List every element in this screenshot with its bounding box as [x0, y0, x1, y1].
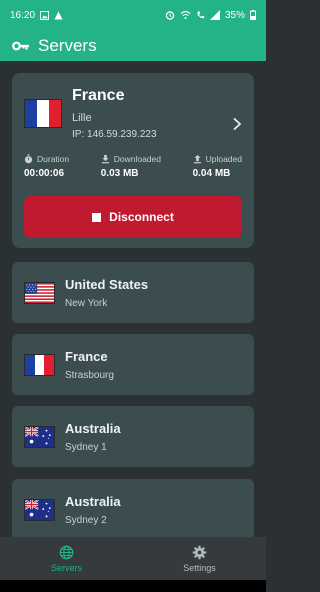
connection-stats: Duration 00:00:06 Downloaded 0.03 MB Upl…	[24, 154, 242, 179]
downloaded-label: Downloaded	[113, 154, 161, 164]
active-server-card[interactable]: France Lille IP: 146.59.239.223 Duration…	[12, 73, 254, 248]
server-city: New York	[65, 297, 108, 309]
disconnect-label: Disconnect	[109, 210, 174, 224]
stop-icon	[92, 212, 102, 222]
france-flag-icon	[24, 99, 62, 128]
server-list[interactable]: France Lille IP: 146.59.239.223 Duration…	[0, 61, 266, 538]
usa-flag-icon	[24, 281, 55, 304]
nav-tab-servers[interactable]: Servers	[0, 537, 133, 580]
server-item-australia-sydney-1[interactable]: Australia Sydney 1	[12, 406, 254, 467]
nav-label-servers: Servers	[50, 562, 82, 573]
nav-tab-settings[interactable]: Settings	[133, 537, 266, 580]
server-city: Strasbourg	[65, 369, 114, 381]
alert-notification-icon	[54, 10, 63, 20]
bottom-nav: Servers Settings	[0, 537, 266, 580]
server-country: United States	[65, 276, 149, 292]
server-item-united-states[interactable]: United States New York	[12, 262, 254, 323]
server-country: Australia	[65, 420, 121, 436]
download-icon	[101, 154, 109, 164]
battery-icon	[250, 10, 256, 20]
gesture-bar	[0, 580, 266, 592]
stopwatch-icon	[24, 154, 33, 164]
uploaded-value: 0.04 MB	[192, 168, 231, 179]
server-country: France	[65, 348, 108, 364]
australia-flag-icon	[24, 498, 55, 521]
uploaded-label: Uploaded	[205, 154, 242, 164]
battery-percent: 35%	[224, 9, 245, 21]
status-bar: 16:20 35%	[0, 0, 266, 30]
app-bar: Servers	[0, 30, 266, 61]
duration-label: Duration	[37, 154, 70, 164]
active-city: Lille	[72, 112, 92, 124]
wifi-icon	[180, 11, 191, 20]
alarm-icon	[165, 11, 175, 20]
globe-icon	[59, 545, 74, 559]
signal-icon	[209, 10, 220, 20]
upload-icon	[193, 154, 201, 164]
status-time: 16:20	[10, 9, 36, 21]
stat-downloaded: Downloaded 0.03 MB	[101, 154, 161, 179]
duration-value: 00:00:06	[24, 168, 65, 179]
stat-uploaded: Uploaded 0.04 MB	[193, 154, 242, 179]
server-item-france-strasbourg[interactable]: France Strasbourg	[12, 334, 254, 395]
key-icon	[12, 41, 29, 50]
australia-flag-icon	[24, 425, 55, 448]
nav-label-settings: Settings	[183, 562, 216, 573]
active-country: France	[72, 87, 125, 104]
server-city: Sydney 1	[65, 441, 107, 453]
server-city: Sydney 2	[65, 514, 107, 526]
france-flag-icon	[24, 353, 55, 376]
server-item-australia-sydney-2[interactable]: Australia Sydney 2	[12, 479, 254, 538]
disconnect-button[interactable]: Disconnect	[24, 196, 242, 238]
gear-icon	[192, 545, 207, 559]
stat-duration: Duration 00:00:06	[24, 154, 69, 179]
downloaded-value: 0.03 MB	[100, 168, 139, 179]
page-title: Servers	[38, 35, 97, 55]
server-country: Australia	[65, 493, 121, 509]
chevron-right-icon[interactable]	[232, 117, 242, 131]
active-ip: IP: 146.59.239.223	[72, 129, 157, 140]
call-icon	[197, 11, 205, 19]
image-notification-icon	[40, 10, 50, 20]
